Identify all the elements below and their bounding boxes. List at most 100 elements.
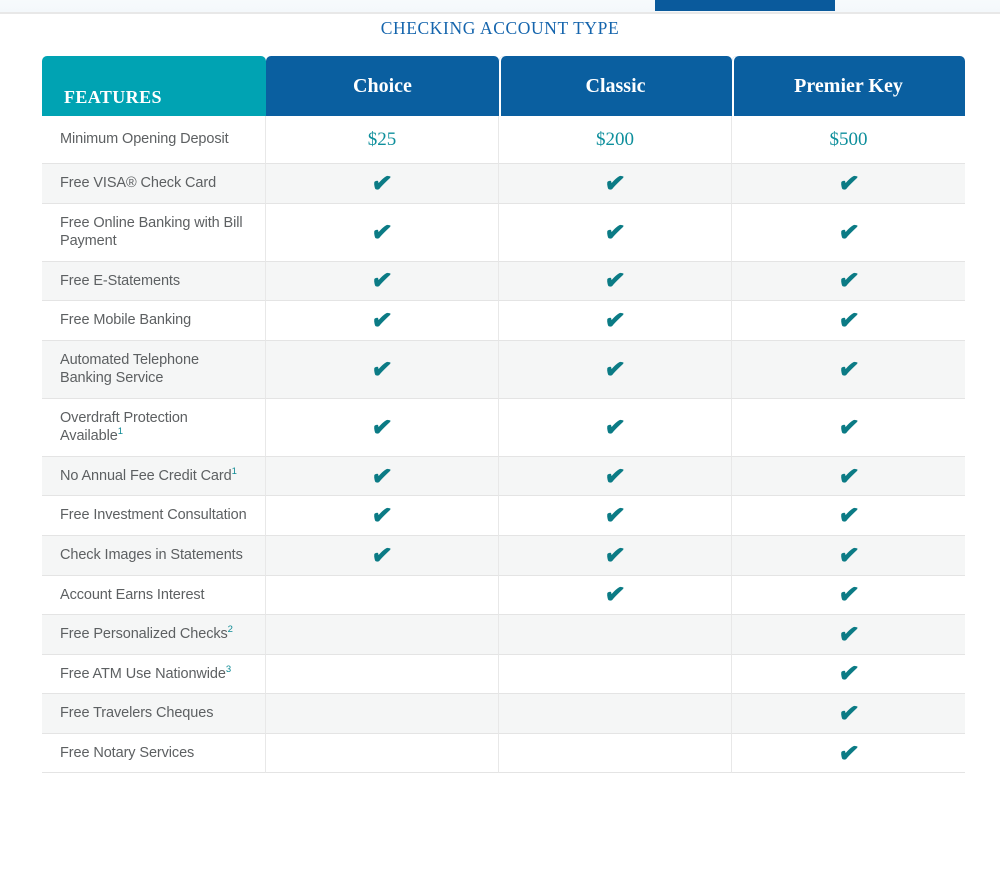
table-row: Account Earns Interest ✔ ✔ ✔ [42, 575, 965, 616]
footnote-marker: 2 [227, 624, 233, 636]
check-icon: ✔ [602, 578, 628, 611]
cell-choice: ✔ [266, 398, 499, 457]
cell-choice: ✔ [266, 575, 499, 616]
cell-classic: ✔ [499, 733, 732, 774]
table-row: Overdraft Protection Available1 ✔ ✔ ✔ [42, 398, 965, 457]
feature-label: Free VISA® Check Card [60, 175, 217, 191]
footnote-marker: 1 [117, 426, 123, 438]
cell-premier-key: ✔ [732, 261, 965, 302]
check-icon: ✔ [836, 657, 861, 690]
plan-column-header-choice: Choice [266, 56, 499, 116]
cell-classic: ✔ [499, 340, 732, 399]
cell-classic: ✔ [499, 575, 732, 616]
check-icon: ✔ [602, 538, 628, 572]
cell-choice: ✔ [266, 496, 499, 537]
feature-label-cell: Free VISA® Check Card [42, 164, 266, 204]
cell-premier-key: ✔ [732, 301, 965, 341]
check-icon: ✔ [602, 264, 628, 297]
feature-label: Free Mobile Banking [60, 312, 192, 329]
cell-premier-key: ✔ [732, 203, 965, 262]
feature-label: Minimum Opening Deposit [60, 131, 229, 148]
plan-column-header-classic: Classic [499, 56, 732, 116]
browser-active-tab[interactable] [655, 0, 835, 11]
cell-premier-key: ✔ [732, 536, 965, 576]
check-icon: ✔ [369, 264, 395, 297]
feature-label-cell: Free Travelers Cheques [42, 694, 266, 734]
cell-premier-key: ✔ [732, 694, 965, 734]
feature-label-cell: Minimum Opening Deposit [42, 116, 266, 164]
footnote-marker: 3 [225, 663, 232, 675]
cell-premier-key: ✔ [732, 340, 965, 399]
feature-label: Free ATM Use Nationwide [60, 665, 226, 682]
price-value: $200 [596, 128, 634, 150]
check-icon: ✔ [369, 498, 395, 532]
comparison-table-wrapper: FEATURES Choice Classic Premier Key Mini… [42, 56, 965, 774]
cell-choice: ✔ [266, 536, 499, 576]
cell-premier-key: ✔ [732, 496, 965, 537]
cell-choice: ✔ [266, 301, 499, 341]
cell-classic: ✔ [499, 654, 732, 695]
cell-classic: ✔ [499, 615, 732, 655]
table-row: Free ATM Use Nationwide3✔✔✔ [42, 654, 965, 695]
cell-choice: ✔ [266, 261, 499, 302]
check-icon: ✔ [602, 459, 628, 492]
cell-classic: ✔ [499, 164, 732, 204]
cell-premier-key: ✔ [732, 733, 965, 774]
feature-label-cell: Overdraft Protection Available1 [42, 398, 266, 457]
cell-choice: ✔ [266, 456, 499, 497]
browser-top-strip [0, 0, 1000, 12]
feature-label-cell: Free Mobile Banking [42, 301, 266, 341]
table-row: Automated Telephone Banking Service ✔ ✔ ✔ [42, 340, 965, 399]
plan-column-header-premier-key: Premier Key [732, 56, 965, 116]
cell-classic: ✔ [499, 398, 732, 457]
cell-classic: ✔ [499, 496, 732, 537]
check-icon: ✔ [369, 303, 395, 337]
cell-classic: ✔ [499, 456, 732, 497]
cell-premier-key: ✔ [732, 398, 965, 457]
feature-label: Automated Telephone Banking Service [60, 351, 199, 387]
check-icon: ✔ [602, 498, 628, 532]
check-icon: ✔ [836, 352, 861, 386]
check-icon: ✔ [836, 696, 861, 730]
feature-label: Free Personalized Checks [60, 626, 228, 643]
feature-label-cell: Free Personalized Checks2 [42, 615, 266, 655]
top-divider [0, 12, 1000, 14]
check-icon: ✔ [602, 166, 628, 200]
cell-premier-key: ✔ [732, 654, 965, 695]
cell-choice: ✔ [266, 694, 499, 734]
feature-label-cell: Account Earns Interest [42, 575, 266, 616]
check-icon: ✔ [369, 166, 395, 200]
feature-label-cell: No Annual Fee Credit Card1 [42, 456, 266, 497]
footnote-marker: 1 [231, 466, 237, 478]
check-icon: ✔ [602, 215, 628, 248]
cell-premier-key: ✔ [732, 615, 965, 655]
cell-premier-key: ✔ [732, 164, 965, 204]
check-icon: ✔ [369, 410, 395, 444]
cell-choice: ✔ [266, 615, 499, 655]
feature-label-cell: Free Investment Consultation [42, 496, 266, 537]
check-icon: ✔ [836, 459, 861, 492]
feature-label: Free Travelers Cheques [60, 705, 214, 722]
check-icon: ✔ [369, 215, 395, 248]
price-value: $25 [367, 128, 397, 150]
check-icon: ✔ [836, 303, 861, 337]
cell-choice: ✔ [266, 733, 499, 774]
check-icon: ✔ [836, 578, 861, 611]
check-icon: ✔ [369, 352, 395, 386]
feature-label-cell: Automated Telephone Banking Service [42, 340, 266, 399]
feature-label: Check Images in Statements [60, 547, 243, 564]
table-row: Free VISA® Check Card ✔ ✔ ✔ [42, 164, 965, 204]
table-row: Check Images in Statements ✔ ✔ ✔ [42, 536, 965, 576]
cell-classic: ✔ [499, 261, 732, 302]
feature-label-cell: Check Images in Statements [42, 536, 266, 576]
feature-label: No Annual Fee Credit Card [60, 467, 232, 484]
cell-choice: ✔ [266, 340, 499, 399]
feature-label: Free Notary Services [60, 744, 195, 761]
feature-label-cell: Free Notary Services [42, 733, 266, 774]
table-body: Minimum Opening Deposit $25 $200 $500 Free V… [42, 116, 965, 774]
feature-label-cell: Free ATM Use Nationwide3 [42, 654, 266, 695]
feature-label: Free Investment Consultation [60, 507, 247, 524]
check-icon: ✔ [836, 166, 861, 200]
check-icon: ✔ [836, 538, 861, 572]
check-icon: ✔ [602, 410, 628, 444]
